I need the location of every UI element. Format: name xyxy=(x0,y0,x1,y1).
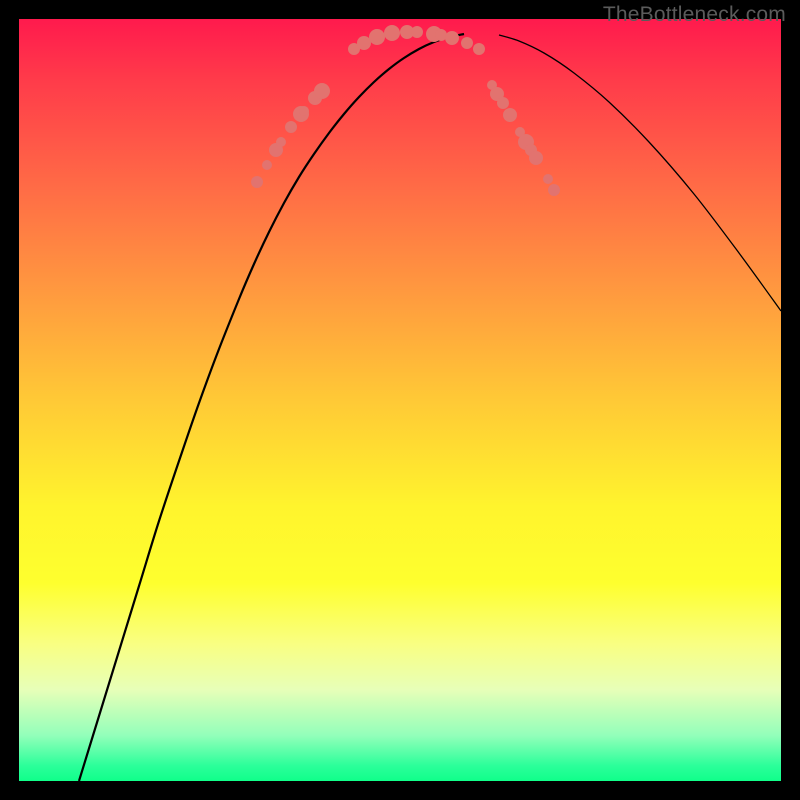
data-point xyxy=(543,174,553,184)
watermark-label: TheBottleneck.com xyxy=(603,3,786,27)
data-point xyxy=(384,25,400,41)
data-point xyxy=(529,151,543,165)
data-point xyxy=(473,43,485,55)
data-point xyxy=(445,31,459,45)
data-point xyxy=(314,83,330,99)
data-point xyxy=(411,26,423,38)
chart-frame xyxy=(19,19,781,781)
data-point xyxy=(251,176,263,188)
bottleneck-plot xyxy=(19,19,781,781)
curve-right xyxy=(499,35,781,311)
data-point xyxy=(299,106,309,116)
data-point xyxy=(276,137,286,147)
data-point xyxy=(369,29,385,45)
data-point xyxy=(548,184,560,196)
data-point xyxy=(262,160,272,170)
data-point xyxy=(503,108,517,122)
data-point xyxy=(497,97,509,109)
data-point xyxy=(461,37,473,49)
data-point xyxy=(285,121,297,133)
scatter-dots xyxy=(251,25,560,196)
data-point xyxy=(357,36,371,50)
